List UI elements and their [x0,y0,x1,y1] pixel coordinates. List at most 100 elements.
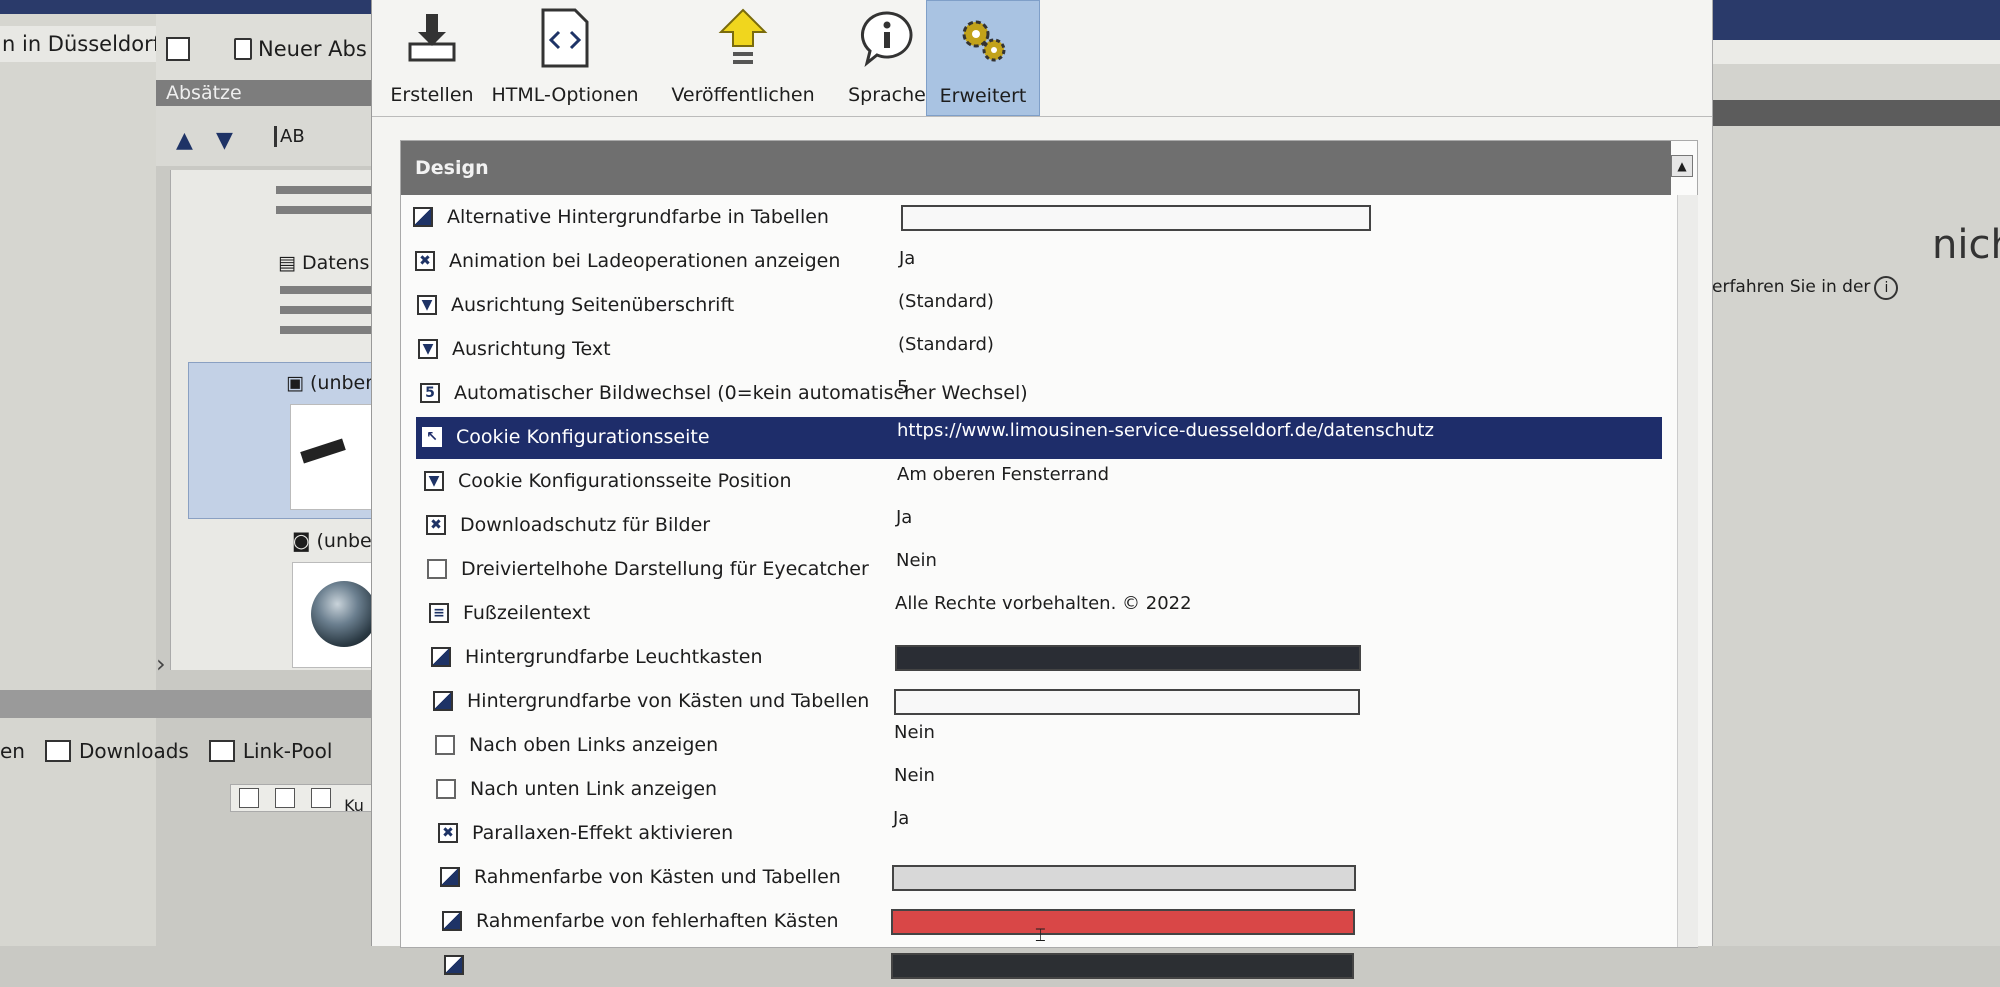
property-name: Cookie Konfigurationsseite [456,426,710,448]
property-name: Hintergrundfarbe Leuchtkasten [465,646,763,668]
preview-hint: erfahren Sie in der i [1712,276,1899,300]
new-paragraph-label: Neuer Abs [258,37,367,61]
page-icon-button[interactable] [166,32,196,66]
color-picker-icon[interactable] [442,911,462,931]
dropdown-icon[interactable]: ▼ [424,471,444,491]
window-title: n in Düsseldorf [0,26,162,62]
tab-erstellen[interactable]: Erstellen [390,0,474,114]
property-value[interactable]: Ja [893,808,909,829]
property-value[interactable]: Nein [894,765,935,786]
color-swatch[interactable] [892,865,1356,891]
number-icon[interactable]: 5 [420,383,440,403]
property-value[interactable]: https://www.limousinen-service-duesseldo… [897,420,1434,441]
preview-area [1700,40,2000,946]
property-name: Cookie Konfigurationsseite Position [458,470,792,492]
scroll-up-button[interactable]: ▲ [1671,155,1693,177]
heart-icon[interactable] [311,788,331,808]
property-name: Alternative Hintergrundfarbe in Tabellen [447,206,829,228]
property-row[interactable]: ✖ Animation bei Ladeoperationen anzeigen [415,239,1055,283]
tab-partial[interactable]: en [0,739,25,763]
bottom-tabs: en Downloads Link-Pool [0,730,400,772]
preview-header-bar [1700,100,2000,126]
color-picker-icon[interactable] [444,955,464,975]
property-row[interactable]: 5 Automatischer Bildwechsel (0=kein autom… [420,371,1060,415]
checkbox-checked-icon[interactable]: ✖ [438,823,458,843]
property-value[interactable]: Am oberen Fensterrand [897,464,1109,485]
checkbox-checked-icon[interactable]: ✖ [426,515,446,535]
color-swatch[interactable] [901,205,1371,231]
text-tool-icon[interactable]: AB [274,126,305,147]
dropdown-icon[interactable]: ▼ [417,295,437,315]
color-picker-icon[interactable] [440,867,460,887]
text-lines-icon[interactable]: ≡ [429,603,449,623]
property-name: Rahmenfarbe von Kästen und Tabellen [474,866,841,888]
app-top-bar-right [1700,0,2000,40]
mouse-cursor-icon: ⌶ [1035,925,1046,946]
checkbox-empty-icon[interactable] [427,559,447,579]
tab-erweitert[interactable]: Erweitert [926,0,1040,116]
property-name: Parallaxen-Effekt aktivieren [472,822,734,844]
bookmark-icon [234,38,252,60]
property-value[interactable]: Nein [894,722,935,743]
html-code-icon [533,6,597,70]
color-picker-icon[interactable] [433,691,453,711]
property-value[interactable]: Ja [899,248,915,269]
scrollbar-track[interactable] [1677,195,1698,947]
link-pool-icon [208,740,235,762]
color-swatch[interactable] [891,953,1354,979]
property-value[interactable]: Ja [896,507,912,528]
property-value[interactable]: 5 [897,377,908,398]
property-row[interactable]: Dreiviertelhohe Darstellung für Eyecatch… [427,547,1067,591]
property-value[interactable]: (Standard) [898,291,994,312]
property-row[interactable]: ✖ Parallaxen-Effekt aktivieren [438,811,1078,855]
globe-image [311,581,377,647]
partial-label: Ku [344,796,364,815]
property-name: Automatischer Bildwechsel (0=kein automa… [454,382,1028,404]
color-picker-icon[interactable] [413,207,433,227]
image-icon: ◙ [292,530,317,552]
property-row[interactable]: Nach oben Links anzeigen [435,723,1075,767]
move-down-icon[interactable]: ▼ [216,128,233,153]
database-icon: ▤ [278,252,302,274]
left-column [0,14,156,946]
property-value[interactable]: Alle Rechte vorbehalten. © 2022 [895,593,1192,614]
paragraph-toolbar: Neuer Abs [156,14,371,81]
settings-dialog: Erstellen HTML-Optionen Veröffentlichen … [371,0,1713,979]
chevron-right-icon[interactable]: › [156,650,166,678]
list-item[interactable]: ▤ Datens [278,252,369,274]
color-swatch[interactable] [894,689,1360,715]
new-paragraph-button[interactable]: Neuer Abs [234,32,367,66]
color-swatch[interactable] [895,645,1361,671]
color-picker-icon[interactable] [431,647,451,667]
move-up-icon[interactable]: ▲ [176,128,193,153]
gears-icon [951,7,1015,71]
divider [280,306,371,314]
preview-text-fragment: nich [1932,222,2000,268]
tab-link-pool[interactable]: Link-Pool [208,739,332,763]
checkbox-checked-icon[interactable]: ✖ [415,251,435,271]
tab-veroeffentlichen[interactable]: Veröffentlichen [662,0,824,114]
property-name: Nach oben Links anzeigen [469,734,719,756]
property-name: Animation bei Ladeoperationen anzeigen [449,250,841,272]
property-value[interactable]: (Standard) [898,334,994,355]
color-swatch[interactable] [891,909,1355,935]
dropdown-icon[interactable]: ▼ [418,339,438,359]
property-name: Downloadschutz für Bilder [460,514,711,536]
image-icon[interactable] [239,788,259,808]
property-row[interactable]: Nach unten Link anzeigen [436,767,1076,811]
link-cursor-icon[interactable]: ↖ [422,427,442,447]
group-header-design[interactable]: Design [401,141,1671,195]
divider [280,326,371,334]
checkbox-empty-icon[interactable] [436,779,456,799]
check-icon[interactable] [275,788,295,808]
checkbox-empty-icon[interactable] [435,735,455,755]
paragraphs-tools: ▲ ▼ AB [156,106,371,166]
property-value[interactable]: Nein [896,550,937,571]
tab-downloads[interactable]: Downloads [44,739,189,763]
preview-bar [1700,40,2000,64]
tab-html-optionen[interactable]: HTML-Optionen [491,0,639,114]
info-icon[interactable]: i [1874,276,1899,300]
downloads-icon [44,740,71,762]
divider [280,286,371,294]
property-row[interactable]: ✖ Downloadschutz für Bilder [426,503,1066,547]
